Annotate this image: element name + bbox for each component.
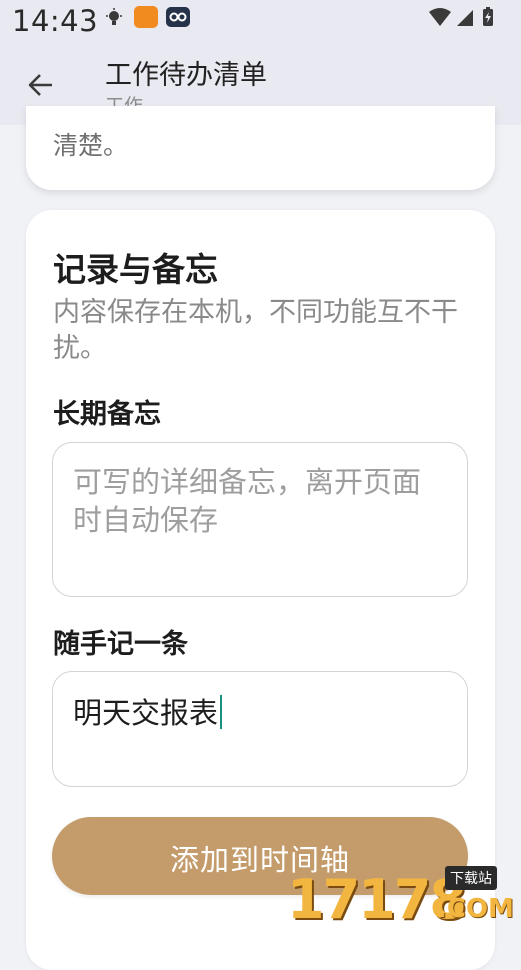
bulb-icon [106, 8, 122, 25]
previous-card-text: 清楚。 [53, 131, 129, 160]
text-cursor [220, 695, 223, 729]
quick-note-input[interactable]: 明天交报表 [52, 671, 468, 787]
page-title: 工作待办清单 [105, 60, 267, 91]
section-title: 记录与备忘 [53, 250, 218, 289]
watermark-suffix: .COM [437, 894, 514, 924]
long-memo-label: 长期备忘 [53, 399, 161, 430]
watermark-tag: 下载站 [445, 866, 497, 890]
system-status-icons [429, 7, 493, 26]
watermark-logo: 17178 .COM 下载站 [287, 864, 517, 931]
app-notification-icon [134, 6, 158, 28]
app-notification-icon-2 [166, 7, 190, 27]
long-memo-placeholder: 可写的详细备忘，离开页面时自动保存 [73, 465, 422, 537]
arrow-left-icon[interactable] [26, 70, 56, 100]
previous-card: 清楚。 [26, 106, 495, 190]
wifi-icon [429, 8, 451, 26]
quick-note-label: 随手记一条 [53, 629, 188, 660]
status-time: 14:43 [12, 4, 99, 38]
long-memo-input[interactable]: 可写的详细备忘，离开页面时自动保存 [52, 442, 468, 597]
signal-icon [457, 10, 473, 26]
quick-note-value-wrap: 明天交报表 [73, 690, 223, 732]
notes-card: 记录与备忘 内容保存在本机，不同功能互不干扰。 长期备忘 可写的详细备忘，离开页… [26, 210, 495, 970]
quick-note-value: 明天交报表 [73, 696, 219, 730]
status-bar: 14:43 [0, 0, 521, 44]
section-description: 内容保存在本机，不同功能互不干扰。 [53, 297, 458, 364]
